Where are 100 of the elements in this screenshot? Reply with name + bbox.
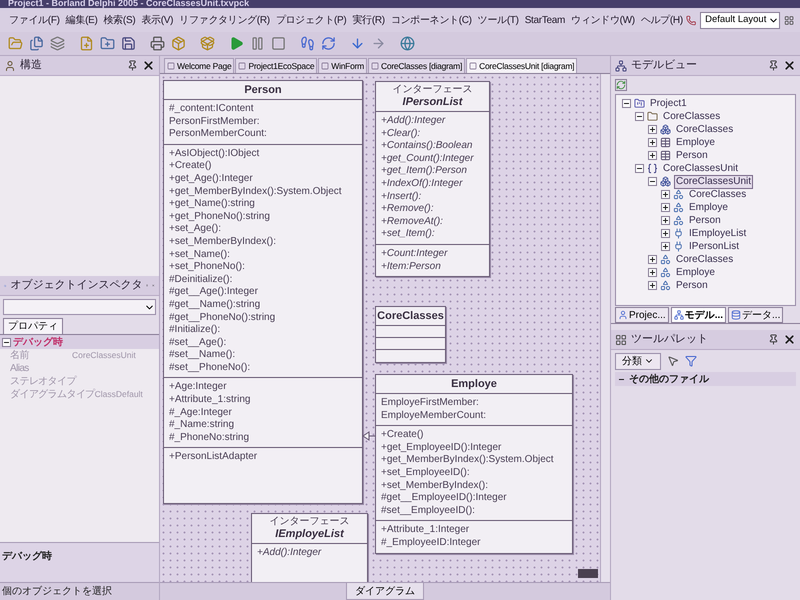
tree-item[interactable]: Employe bbox=[674, 266, 717, 280]
tree-item[interactable]: CoreClassesUnit bbox=[661, 162, 740, 176]
class-box[interactable] bbox=[375, 374, 573, 554]
shapes-icon bbox=[673, 189, 684, 200]
menu-item[interactable]: 実行(R) bbox=[349, 12, 388, 28]
menu-item[interactable]: ファイル(F) bbox=[6, 12, 63, 28]
object-dropdown[interactable] bbox=[3, 299, 156, 315]
panel-tab[interactable]: モデル... bbox=[670, 307, 726, 323]
diagram-canvas[interactable] bbox=[160, 74, 600, 582]
tree-item[interactable]: Person bbox=[687, 214, 723, 228]
page-icon bbox=[469, 62, 478, 70]
pause-icon[interactable] bbox=[250, 36, 265, 51]
property-name: ダイアグラムタイプ bbox=[10, 388, 95, 401]
tree-item[interactable]: Employe bbox=[687, 200, 730, 214]
tree-item[interactable]: Employe bbox=[674, 136, 717, 150]
expand-toggle[interactable] bbox=[648, 125, 657, 134]
save-icon[interactable] bbox=[121, 36, 136, 51]
diagram-tab[interactable]: ダイアグラム bbox=[346, 583, 424, 600]
inspector-tab[interactable]: プロパティ bbox=[3, 318, 63, 334]
vertical-scrollbar[interactable] bbox=[600, 74, 610, 582]
tree-item[interactable]: IPersonList bbox=[687, 240, 742, 254]
printer-icon[interactable] bbox=[150, 36, 165, 51]
filter-icon[interactable] bbox=[685, 355, 697, 367]
plug-icon bbox=[673, 228, 684, 239]
member-text: +get_Name():string bbox=[169, 198, 256, 211]
category-button[interactable]: 分類 bbox=[615, 352, 661, 370]
member-text: #Initialize(): bbox=[169, 324, 222, 337]
expand-toggle[interactable] bbox=[648, 151, 657, 160]
expand-toggle[interactable] bbox=[661, 229, 670, 238]
expand-toggle[interactable] bbox=[648, 255, 657, 264]
document-tab[interactable]: CoreClassesUnit [diagram] bbox=[466, 58, 578, 73]
layers-icon[interactable] bbox=[50, 36, 65, 51]
arrow-down-icon[interactable] bbox=[350, 36, 365, 51]
collapse-toggle[interactable] bbox=[635, 164, 644, 173]
member-text: +PersonListAdapter bbox=[169, 451, 258, 464]
stop-icon[interactable] bbox=[271, 36, 286, 51]
menu-item[interactable]: 表示(V) bbox=[138, 12, 176, 28]
expand-toggle[interactable] bbox=[661, 242, 670, 251]
folder-plus-icon[interactable] bbox=[100, 36, 115, 51]
collapse-toggle[interactable] bbox=[622, 99, 631, 108]
files-icon[interactable] bbox=[29, 36, 44, 51]
menu-item[interactable]: ツール(T) bbox=[474, 12, 522, 28]
document-tab[interactable]: CoreClasses [diagram] bbox=[368, 58, 466, 73]
tree-item[interactable]: CoreClasses bbox=[687, 188, 748, 202]
tree-item[interactable]: Person bbox=[674, 148, 710, 162]
menu-item[interactable]: リファクタリング(R) bbox=[176, 12, 273, 28]
member-text: EmployeFirstMember: bbox=[381, 397, 480, 410]
refresh-icon[interactable] bbox=[615, 79, 627, 91]
member-text: +Item:Person bbox=[381, 260, 442, 274]
grid-icon[interactable] bbox=[784, 14, 794, 26]
expand-toggle[interactable] bbox=[648, 281, 657, 290]
menu-item[interactable]: 編集(E) bbox=[62, 12, 101, 28]
member-text: +set_MemberByIndex(): bbox=[169, 236, 277, 249]
tree-item[interactable]: CoreClasses bbox=[661, 110, 722, 124]
tree-item[interactable]: CoreClassesUnit bbox=[674, 174, 754, 188]
expand-toggle[interactable] bbox=[648, 268, 657, 277]
collapse-toggle[interactable] bbox=[635, 112, 644, 121]
document-tab[interactable]: Welcome Page bbox=[164, 58, 234, 73]
menu-item[interactable]: コンポーネント(C) bbox=[388, 12, 475, 28]
phone-icon[interactable] bbox=[686, 14, 696, 26]
panel-tab[interactable]: Projec... bbox=[615, 307, 669, 323]
menu-item[interactable]: StarTeam bbox=[522, 12, 568, 28]
expand-toggle[interactable] bbox=[648, 138, 657, 147]
collapse-toggle[interactable] bbox=[2, 338, 11, 346]
member-text: +set_Item(): bbox=[381, 228, 436, 241]
footprints-icon[interactable] bbox=[300, 36, 315, 51]
member-text: +Attribute_1:Integer bbox=[381, 524, 470, 537]
menu-item[interactable]: 検索(S) bbox=[100, 12, 138, 28]
collapse-toggle[interactable] bbox=[648, 177, 657, 186]
member-text: +Contains():Boolean bbox=[381, 140, 474, 153]
member-text: +Add():Integer bbox=[257, 547, 322, 560]
tree-item[interactable]: CoreClasses bbox=[674, 252, 736, 266]
class-box[interactable] bbox=[163, 80, 363, 504]
inheritance-arrow[interactable] bbox=[363, 431, 375, 441]
braces-icon bbox=[647, 163, 658, 174]
pointer-icon[interactable] bbox=[667, 355, 679, 367]
panel-tab[interactable]: データ... bbox=[728, 307, 784, 323]
document-tab[interactable]: Project1EcoSpace bbox=[235, 58, 318, 73]
globe-icon[interactable] bbox=[400, 36, 415, 51]
document-tab[interactable]: WinForm bbox=[318, 58, 367, 73]
class-name: IPersonList bbox=[402, 95, 462, 109]
tree-item[interactable]: Project1 bbox=[648, 96, 689, 110]
expand-toggle[interactable] bbox=[661, 216, 670, 225]
grid-icon bbox=[615, 334, 627, 346]
expand-toggle[interactable] bbox=[661, 190, 670, 199]
layout-dropdown[interactable]: Default Layout bbox=[700, 12, 780, 28]
interface-box[interactable]: インターフェース IPersonList +Add():Integer +Clear(): +Contains():Boolean +get_Count():Integer +get_Item():Person +IndexOf():Integer +Insert(): +Remove(): +RemoveAt(): +set_Item(): +Count:Integer +Item:Person bbox=[375, 81, 490, 278]
expand-toggle[interactable] bbox=[661, 203, 670, 212]
class-box[interactable]: CoreClasses bbox=[375, 306, 446, 363]
interface-box[interactable]: インターフェース IEmployeList +Add():Integer bbox=[251, 513, 368, 582]
tree-item[interactable]: CoreClasses bbox=[674, 122, 736, 136]
boxes-icon bbox=[660, 124, 671, 135]
tree-item[interactable]: Person bbox=[674, 278, 710, 292]
refresh-icon[interactable] bbox=[321, 36, 336, 51]
menu-item[interactable]: ウィンドウ(W) bbox=[568, 12, 638, 28]
menu-item[interactable]: ヘルプ(H) bbox=[638, 12, 686, 28]
member-text: +Remove(): bbox=[381, 203, 435, 216]
menu-item[interactable]: プロジェクト(P) bbox=[272, 12, 350, 28]
tree-item[interactable]: IEmployeList bbox=[687, 226, 748, 240]
member-text: +set_Name(): bbox=[169, 248, 231, 262]
